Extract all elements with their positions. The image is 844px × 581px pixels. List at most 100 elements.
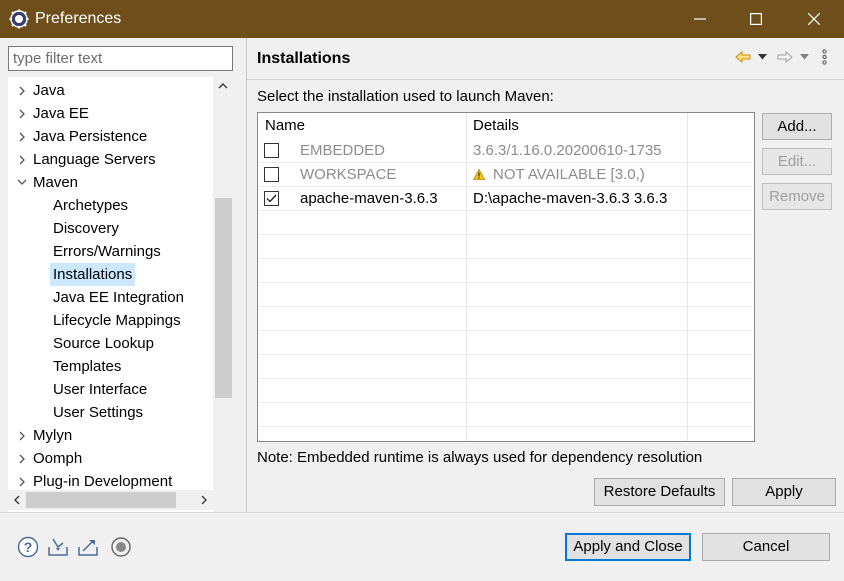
tree-item-label: Installations: [50, 263, 136, 286]
tree-item-language-servers[interactable]: Language Servers: [8, 148, 213, 171]
instruction-label: Select the installation used to launch M…: [257, 88, 554, 105]
preferences-tree-pane: Java Java EE Java Persistence Language Serv…: [0, 38, 246, 528]
tree-item-label: User Settings: [53, 404, 144, 421]
page-title: Installations: [257, 50, 351, 67]
scroll-left-arrow-icon[interactable]: [8, 490, 26, 510]
tree-item-java-ee[interactable]: Java EE: [8, 102, 213, 125]
tree-item-label: Source Lookup: [53, 335, 154, 352]
preferences-tree[interactable]: Java Java EE Java Persistence Language Serv…: [8, 77, 233, 528]
tree-item-label: Archetypes: [53, 197, 129, 214]
edit-button[interactable]: Edit...: [762, 148, 832, 175]
installation-name: apache-maven-3.6.3: [300, 190, 438, 207]
filter-input[interactable]: [8, 46, 233, 71]
apply-and-close-button[interactable]: Apply and Close: [565, 533, 691, 561]
row-checkbox[interactable]: [264, 143, 279, 158]
tree-item-label: Errors/Warnings: [53, 243, 161, 260]
import-icon[interactable]: [47, 536, 69, 558]
collapsed-chevron-icon[interactable]: [16, 424, 28, 447]
column-header-details[interactable]: Details: [466, 113, 687, 139]
tree-item-lifecycle-mappings[interactable]: Lifecycle Mappings: [8, 309, 213, 332]
installations-table[interactable]: Name Details EMBEDDED 3.6.3/1.16.0.202006…: [257, 112, 755, 442]
collapsed-chevron-icon[interactable]: [16, 125, 28, 148]
minimize-button[interactable]: [672, 0, 728, 38]
remove-button[interactable]: Remove: [762, 183, 832, 210]
window-title: Preferences: [35, 10, 122, 27]
collapsed-chevron-icon[interactable]: [16, 102, 28, 125]
tree-item-user-interface[interactable]: User Interface: [8, 378, 213, 401]
row-checkbox[interactable]: [264, 167, 279, 182]
tree-item-label: Java EE Integration: [53, 289, 184, 306]
tree-item-source-lookup[interactable]: Source Lookup: [8, 332, 213, 355]
view-menu-icon[interactable]: [821, 48, 827, 66]
installation-details-text: 3.6.3/1.16.0.20200610-1735: [473, 142, 662, 159]
collapsed-chevron-icon[interactable]: [16, 79, 28, 102]
tree-item-java-ee-integration[interactable]: Java EE Integration: [8, 286, 213, 309]
restore-defaults-button[interactable]: Restore Defaults: [594, 478, 725, 506]
table-empty-row-line: [258, 378, 754, 379]
tree-item-installations[interactable]: Installations: [8, 263, 213, 286]
dialog-footer: ? Apply and Close Cancel: [0, 513, 844, 581]
maximize-button[interactable]: [728, 0, 784, 38]
expanded-chevron-icon[interactable]: [16, 171, 28, 194]
tree-item-mylyn[interactable]: Mylyn: [8, 424, 213, 447]
tree-item-archetypes[interactable]: Archetypes: [8, 194, 213, 217]
installation-details: 3.6.3/1.16.0.20200610-1735: [473, 142, 662, 159]
collapsed-chevron-icon[interactable]: [16, 447, 28, 470]
tree-item-errors-warnings[interactable]: Errors/Warnings: [8, 240, 213, 263]
table-empty-row-line: [258, 402, 754, 403]
table-empty-row-line: [258, 426, 754, 427]
embedded-runtime-note: Note: Embedded runtime is always used fo…: [257, 449, 703, 466]
tree-item-java[interactable]: Java: [8, 79, 213, 102]
back-arrow-icon[interactable]: [735, 48, 751, 66]
tree-item-label: Mylyn: [33, 427, 73, 444]
table-empty-row-line: [258, 330, 754, 331]
tree-item-label: Java: [33, 82, 65, 99]
table-row[interactable]: apache-maven-3.6.3 D:\apache-maven-3.6.3 …: [258, 187, 754, 211]
apply-button[interactable]: Apply: [732, 478, 836, 506]
tree-item-label: User Interface: [53, 381, 148, 398]
back-history-chevron-down-icon[interactable]: [757, 48, 767, 66]
installation-name: EMBEDDED: [300, 142, 386, 159]
table-header: Name Details: [258, 113, 754, 139]
scroll-up-arrow-icon[interactable]: [213, 77, 233, 95]
collapsed-chevron-icon[interactable]: [16, 148, 28, 171]
installation-name: WORKSPACE: [300, 166, 397, 183]
tree-item-label: Templates: [53, 358, 122, 375]
table-empty-row-line: [258, 306, 754, 307]
tree-vertical-scrollbar[interactable]: [213, 77, 233, 528]
table-row[interactable]: WORKSPACE NOT AVAILABLE [3.0,): [258, 163, 754, 187]
tree-item-discovery[interactable]: Discovery: [8, 217, 213, 240]
close-button[interactable]: [786, 0, 842, 38]
scroll-right-arrow-icon[interactable]: [195, 490, 213, 510]
tree-item-templates[interactable]: Templates: [8, 355, 213, 378]
tree-item-user-settings[interactable]: User Settings: [8, 401, 213, 424]
tree-item-label: Maven: [33, 174, 79, 191]
help-icon[interactable]: ?: [17, 536, 39, 558]
page-header: Installations: [247, 38, 844, 80]
table-empty-row-line: [258, 234, 754, 235]
tree-item-label: Language Servers: [33, 151, 156, 168]
table-empty-row-line: [258, 354, 754, 355]
tree-item-oomph[interactable]: Oomph: [8, 447, 213, 470]
cancel-button[interactable]: Cancel: [702, 533, 830, 561]
table-row[interactable]: EMBEDDED 3.6.3/1.16.0.20200610-1735: [258, 139, 754, 163]
forward-arrow-icon[interactable]: [777, 48, 793, 66]
installation-details-text: NOT AVAILABLE [3.0,): [493, 166, 645, 183]
installations-page: Installations Select the installation us…: [247, 38, 844, 512]
table-empty-row-line: [258, 258, 754, 259]
tree-horizontal-scrollbar[interactable]: [8, 490, 213, 510]
forward-history-chevron-down-icon[interactable]: [799, 48, 809, 66]
tree-item-label: Oomph: [33, 450, 83, 467]
add-button[interactable]: Add...: [762, 113, 832, 140]
tree-item-label: Lifecycle Mappings: [53, 312, 181, 329]
svg-text:?: ?: [24, 539, 33, 555]
tree-item-java-persistence[interactable]: Java Persistence: [8, 125, 213, 148]
vertical-scroll-thumb[interactable]: [215, 198, 232, 398]
column-header-name[interactable]: Name: [258, 113, 466, 139]
record-icon[interactable]: [110, 536, 132, 558]
horizontal-scroll-thumb[interactable]: [26, 492, 176, 508]
tree-item-maven[interactable]: Maven: [8, 171, 213, 194]
tree-item-label: Java Persistence: [33, 128, 148, 145]
export-icon[interactable]: [77, 536, 99, 558]
row-checkbox[interactable]: [264, 191, 279, 206]
